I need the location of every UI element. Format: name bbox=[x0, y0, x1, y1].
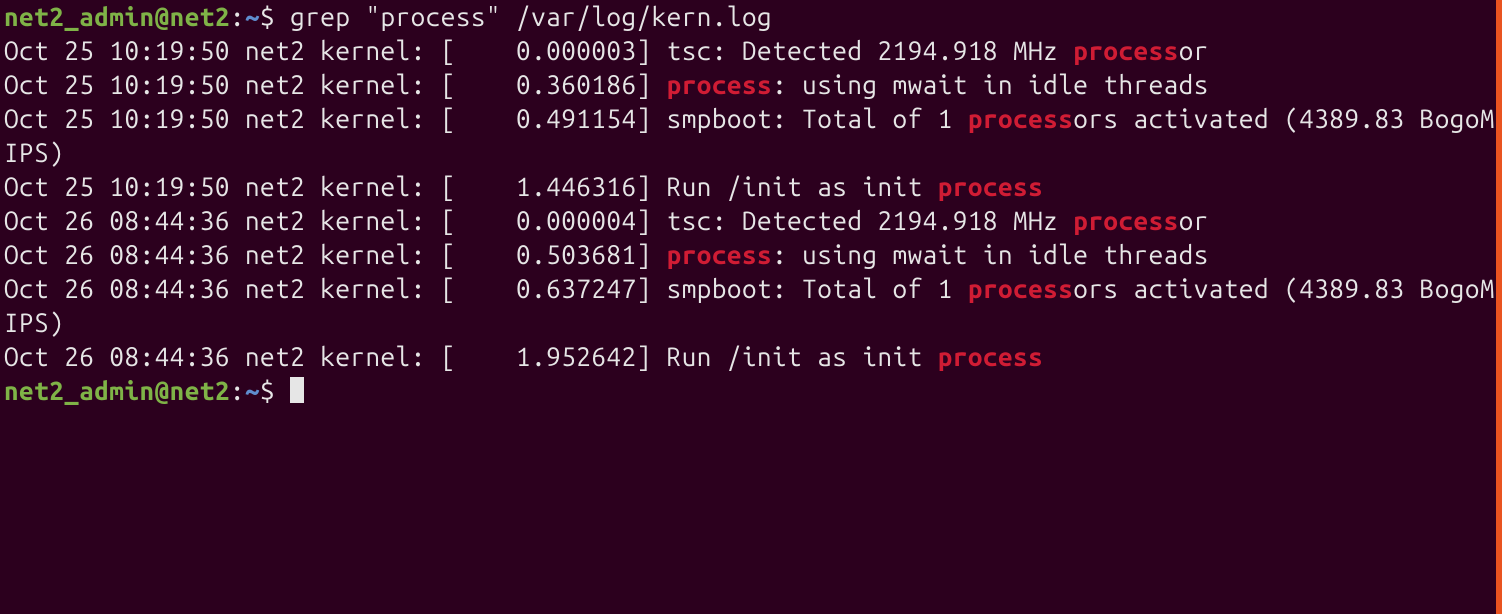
output-line: Oct 26 08:44:36 net2 kernel: [ 0.637247]… bbox=[4, 274, 1495, 337]
log-suffix: or bbox=[1179, 206, 1209, 235]
prompt-user-host: net2_admin@net2 bbox=[4, 2, 230, 31]
log-suffix: : using mwait in idle threads bbox=[772, 240, 1209, 269]
grep-match: process bbox=[938, 172, 1043, 201]
grep-match: process bbox=[968, 104, 1073, 133]
grep-match: process bbox=[938, 342, 1043, 371]
log-prefix: Oct 25 10:19:50 net2 kernel: [ 0.360186] bbox=[4, 70, 667, 99]
prompt-separator: : bbox=[230, 2, 245, 31]
log-prefix: Oct 25 10:19:50 net2 kernel: [ 0.491154]… bbox=[4, 104, 968, 133]
prompt-symbol: $ bbox=[260, 2, 275, 31]
log-suffix: : using mwait in idle threads bbox=[772, 70, 1209, 99]
grep-match: process bbox=[1073, 36, 1178, 65]
output-line: Oct 25 10:19:50 net2 kernel: [ 0.000003]… bbox=[4, 36, 1209, 65]
prompt-line-1: net2_admin@net2:~$ grep "process" /var/l… bbox=[4, 2, 772, 31]
log-prefix: Oct 26 08:44:36 net2 kernel: [ 0.503681] bbox=[4, 240, 667, 269]
output-line: Oct 25 10:19:50 net2 kernel: [ 0.491154]… bbox=[4, 104, 1495, 167]
output-line: Oct 25 10:19:50 net2 kernel: [ 1.446316]… bbox=[4, 172, 1043, 201]
prompt-path: ~ bbox=[245, 376, 260, 405]
log-prefix: Oct 26 08:44:36 net2 kernel: [ 1.952642]… bbox=[4, 342, 938, 371]
prompt-symbol: $ bbox=[260, 376, 275, 405]
cursor-block bbox=[290, 377, 304, 403]
prompt-separator: : bbox=[230, 376, 245, 405]
window-border-right bbox=[1496, 0, 1502, 614]
prompt-user-host: net2_admin@net2 bbox=[4, 376, 230, 405]
log-prefix: Oct 25 10:19:50 net2 kernel: [ 0.000003]… bbox=[4, 36, 1073, 65]
grep-match: process bbox=[1073, 206, 1178, 235]
output-line: Oct 25 10:19:50 net2 kernel: [ 0.360186]… bbox=[4, 70, 1209, 99]
prompt-path: ~ bbox=[245, 2, 260, 31]
grep-match: process bbox=[968, 274, 1073, 303]
log-suffix: or bbox=[1179, 36, 1209, 65]
command-text: grep "process" /var/log/kern.log bbox=[290, 2, 772, 31]
log-prefix: Oct 25 10:19:50 net2 kernel: [ 1.446316]… bbox=[4, 172, 938, 201]
log-prefix: Oct 26 08:44:36 net2 kernel: [ 0.637247]… bbox=[4, 274, 968, 303]
output-line: Oct 26 08:44:36 net2 kernel: [ 0.000004]… bbox=[4, 206, 1209, 235]
output-line: Oct 26 08:44:36 net2 kernel: [ 1.952642]… bbox=[4, 342, 1043, 371]
log-prefix: Oct 26 08:44:36 net2 kernel: [ 0.000004]… bbox=[4, 206, 1073, 235]
grep-match: process bbox=[667, 70, 772, 99]
grep-match: process bbox=[667, 240, 772, 269]
prompt-line-2: net2_admin@net2:~$ bbox=[4, 376, 304, 405]
output-line: Oct 26 08:44:36 net2 kernel: [ 0.503681]… bbox=[4, 240, 1209, 269]
terminal-output[interactable]: net2_admin@net2:~$ grep "process" /var/l… bbox=[0, 0, 1502, 408]
